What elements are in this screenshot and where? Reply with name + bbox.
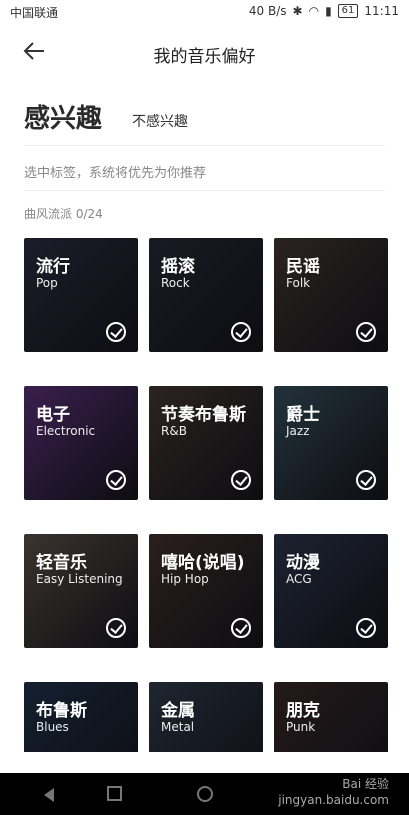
clock: 11:11 — [364, 4, 399, 18]
battery-icon: 61 — [337, 4, 359, 18]
genre-name-en: Pop — [36, 276, 58, 290]
genre-name: 嘻哈(说唱) — [161, 553, 245, 573]
genre-name: 朋克 — [286, 701, 320, 721]
genre-name-en: ACG — [286, 572, 312, 586]
genre-tile-punk[interactable]: 朋克 Punk — [274, 682, 388, 752]
watermark: Bai 经验 jingyan.baidu.com — [278, 776, 389, 808]
genre-name: 爵士 — [286, 405, 320, 425]
top-bar: 我的音乐偏好 — [0, 24, 409, 78]
genre-name-en: Electronic — [36, 424, 96, 438]
genre-name-en: Rock — [161, 276, 190, 290]
signal-icon: ▮ — [325, 4, 332, 18]
genre-name-en: Metal — [161, 720, 195, 734]
genre-tile-folk[interactable]: 民谣 Folk — [274, 238, 388, 352]
divider — [24, 145, 385, 146]
check-circle-icon[interactable] — [356, 618, 376, 638]
genre-tile-blues[interactable]: 布鲁斯 Blues — [24, 682, 138, 752]
check-circle-icon[interactable] — [106, 322, 126, 342]
genre-name-en: Punk — [286, 720, 316, 734]
genre-name-en: Folk — [286, 276, 311, 290]
genre-name-en: R&B — [161, 424, 187, 438]
genre-name: 流行 — [36, 257, 70, 277]
genre-tile-metal[interactable]: 金属 Metal — [149, 682, 263, 752]
nav-home-icon[interactable] — [197, 786, 213, 802]
nav-back-icon[interactable] — [44, 788, 54, 802]
preference-tabs: 感兴趣 不感兴趣 — [24, 95, 188, 135]
genre-name: 节奏布鲁斯 — [161, 405, 246, 425]
genre-name: 摇滚 — [161, 257, 195, 277]
check-circle-icon[interactable] — [356, 322, 376, 342]
genre-tile-electronic[interactable]: 电子 Electronic — [24, 386, 138, 500]
genre-name-en: Hip Hop — [161, 572, 209, 586]
genre-tile-easy-listening[interactable]: 轻音乐 Easy Listening — [24, 534, 138, 648]
check-circle-icon[interactable] — [106, 618, 126, 638]
genre-name: 电子 — [36, 405, 70, 425]
watermark-logo: Bai 经验 — [342, 777, 389, 791]
status-bar: 中国联通 40 B/s ✱ ◠ ▮ 61 11:11 — [0, 0, 409, 24]
status-right: 40 B/s ✱ ◠ ▮ 61 11:11 — [249, 4, 399, 18]
divider — [24, 190, 385, 191]
genre-tile-jazz[interactable]: 爵士 Jazz — [274, 386, 388, 500]
genre-name-en: Jazz — [286, 424, 310, 438]
check-circle-icon[interactable] — [106, 470, 126, 490]
genre-name: 民谣 — [286, 257, 320, 277]
page-title: 我的音乐偏好 — [153, 47, 256, 67]
check-circle-icon[interactable] — [356, 470, 376, 490]
genre-name: 布鲁斯 — [36, 701, 87, 721]
genre-tile-acg[interactable]: 动漫 ACG — [274, 534, 388, 648]
carrier-name: 中国联通 — [10, 6, 59, 20]
watermark-url: jingyan.baidu.com — [278, 793, 389, 807]
check-circle-icon[interactable] — [231, 618, 251, 638]
genre-name: 金属 — [161, 701, 195, 721]
genre-name-en: Blues — [36, 720, 69, 734]
section-count: 0/24 — [75, 207, 103, 221]
genre-tile-rnb[interactable]: 节奏布鲁斯 R&B — [149, 386, 263, 500]
network-speed: 40 B/s — [248, 4, 287, 18]
bluetooth-icon: ✱ — [292, 4, 303, 18]
genre-name: 动漫 — [286, 553, 320, 573]
check-circle-icon[interactable] — [231, 470, 251, 490]
section-label: 曲风流派 — [24, 207, 73, 221]
genre-tile-hip-hop[interactable]: 嘻哈(说唱) Hip Hop — [149, 534, 263, 648]
genre-tile-rock[interactable]: 摇滚 Rock — [149, 238, 263, 352]
genre-name: 轻音乐 — [36, 553, 87, 573]
genre-name-en: Easy Listening — [36, 572, 123, 586]
section-header: 曲风流派 0/24 — [24, 205, 103, 222]
nav-recents-icon[interactable] — [107, 786, 122, 801]
tab-not-interested[interactable]: 不感兴趣 — [132, 111, 188, 135]
tab-interested[interactable]: 感兴趣 — [24, 98, 102, 135]
genre-tile-pop[interactable]: 流行 Pop — [24, 238, 138, 352]
wifi-icon: ◠ — [308, 4, 320, 18]
genre-grid: 流行 Pop 摇滚 Rock 民谣 Folk 电子 Electronic 节奏布… — [24, 238, 388, 752]
hint-text: 选中标签，系统将优先为你推荐 — [24, 166, 207, 181]
check-circle-icon[interactable] — [231, 322, 251, 342]
